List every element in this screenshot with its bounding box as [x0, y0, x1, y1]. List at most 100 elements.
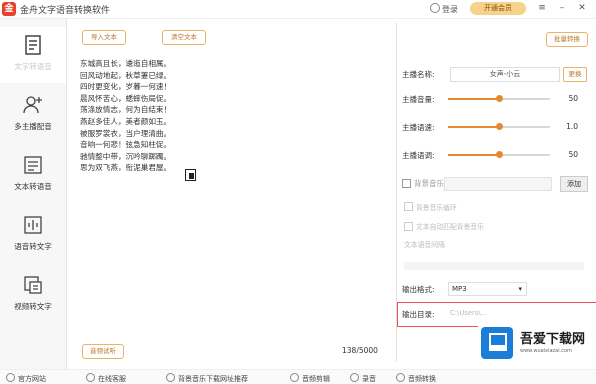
clear-text-button[interactable]: 清空文本	[162, 30, 206, 45]
anchor-name-label: 主播名称:	[402, 70, 435, 79]
text-line: 回风动地起，秋草萋已绿。	[80, 70, 172, 80]
batch-convert-button[interactable]: 批量转换	[546, 32, 588, 47]
footer-audio-convert[interactable]: 音频转换	[396, 373, 436, 384]
music-icon	[166, 373, 175, 382]
pitch-value: 50	[568, 150, 578, 159]
app-title: 金舟文字语音转换软件	[20, 6, 111, 16]
scissors-icon	[290, 373, 299, 382]
home-icon	[6, 373, 15, 382]
bg-music-label: 背景音乐:	[414, 179, 447, 188]
pitch-slider[interactable]	[448, 151, 550, 158]
text-line: 晨风怀苦心，蟋蟀伤局促。	[80, 93, 172, 103]
speed-slider[interactable]	[448, 123, 550, 130]
auto-adjust-checkbox[interactable]	[404, 222, 413, 231]
sidebar-item-label: 文字转语音	[14, 62, 52, 71]
interval-note	[404, 262, 584, 270]
add-bg-music-button[interactable]: 添加	[560, 176, 588, 192]
volume-value: 50	[568, 94, 578, 103]
document-icon	[24, 156, 42, 174]
chevron-down-icon: ▾	[518, 285, 522, 293]
login-button[interactable]: 登录	[430, 3, 458, 15]
text-line: 东城高且长，逶迤自相属。	[80, 59, 172, 68]
login-label: 登录	[442, 5, 458, 14]
preview-audio-button[interactable]: 音频试听	[82, 344, 124, 359]
sidebar-item-text-to-speech[interactable]: 文字转语音	[0, 27, 66, 83]
text-line: 燕赵多佳人，美者颜如玉。	[80, 116, 172, 126]
text-line: 音响一何悲！弦急知柱促。	[80, 140, 172, 150]
settings-panel: 批量转换 主播名称: 女声-小云 更换 主播音量: 50 主播语速: 1.0 主…	[397, 22, 596, 362]
speech-to-text-icon	[24, 216, 42, 234]
output-format-value: MP3	[452, 285, 467, 293]
sidebar-item-label: 语音转文字	[14, 242, 52, 251]
volume-slider-knob[interactable]	[496, 95, 503, 102]
watermark-url: www.wuaixiazai.com	[520, 348, 572, 354]
pitch-slider-knob[interactable]	[496, 151, 503, 158]
sidebar-item-label: 多主播配音	[14, 122, 52, 131]
sidebar-item-multi-anchor[interactable]: 多主播配音	[0, 87, 66, 143]
bg-music-field[interactable]	[444, 177, 552, 191]
sidebar-item-video-to-text[interactable]: 视频转文字	[0, 267, 66, 323]
change-anchor-button[interactable]: 更换	[563, 67, 587, 82]
title-bar: 金 金舟文字语音转换软件 登录 开通会员 ≡ – ✕	[0, 0, 596, 19]
import-text-button[interactable]: 导入文本	[82, 30, 126, 45]
output-format-select[interactable]: MP3 ▾	[448, 282, 527, 296]
footer-label: 在线客服	[98, 375, 126, 383]
watermark-title: 吾爱下载网	[520, 332, 586, 347]
auto-adjust-label: 文本自动匹配背景音乐	[416, 223, 484, 231]
sidebar-item-speech-to-text[interactable]: 语音转文字	[0, 207, 66, 263]
app-logo: 金	[2, 2, 16, 16]
chat-icon	[86, 373, 95, 382]
text-doc-icon	[25, 35, 41, 55]
watermark-logo	[481, 327, 513, 359]
output-dir-label: 输出目录:	[402, 310, 435, 319]
minimize-icon[interactable]: –	[556, 2, 568, 15]
bg-music-checkbox[interactable]	[402, 179, 411, 188]
video-to-text-icon	[24, 276, 42, 294]
mic-icon	[350, 373, 359, 382]
vip-button[interactable]: 开通会员	[470, 2, 526, 15]
text-line: 四时更变化，岁暮一何速！	[80, 82, 172, 92]
close-icon[interactable]: ✕	[576, 2, 588, 15]
pitch-slider-fill	[448, 154, 499, 156]
speed-slider-fill	[448, 126, 499, 128]
copy-icon	[185, 169, 196, 181]
text-line: 荡涤放情志，何为自结束！	[80, 105, 172, 115]
text-line: 被服罗裳衣，当户理清曲。	[80, 128, 172, 138]
output-dir-field[interactable]: C:\Users\...	[450, 309, 487, 317]
footer-bar: 官方网站 在线客服 背景音乐下载网址推荐 音频剪辑 录音 音频转换	[0, 369, 596, 384]
volume-slider-fill	[448, 98, 499, 100]
editor-area: 导入文本 清空文本 东城高且长，逶迤自相属。 回风动地起，秋草萋已绿。 四时更变…	[72, 22, 394, 362]
poem-text: 东城高且长，逶迤自相属。 回风动地起，秋草萋已绿。 四时更变化，岁暮一何速！ 晨…	[80, 58, 212, 174]
convert-icon	[396, 373, 405, 382]
output-format-label: 输出格式:	[402, 285, 435, 294]
sidebar: 文字转语音 多主播配音 文本转语音 语音转文字 视频转文字	[0, 19, 67, 369]
footer-label: 音频转换	[408, 375, 436, 383]
volume-label: 主播音量:	[402, 95, 435, 104]
footer-record[interactable]: 录音	[350, 373, 376, 384]
add-user-icon	[23, 96, 42, 114]
speed-slider-knob[interactable]	[496, 123, 503, 130]
sidebar-item-label: 文本转语音	[14, 182, 52, 191]
watermark: 吾爱下载网 www.wuaixiazai.com	[478, 323, 596, 365]
speed-label: 主播语速:	[402, 123, 435, 132]
sidebar-item-text-convert[interactable]: 文本转语音	[0, 147, 66, 203]
anchor-name-field[interactable]: 女声-小云	[450, 67, 560, 82]
sidebar-item-label: 视频转文字	[14, 302, 52, 311]
footer-label: 录音	[362, 375, 376, 383]
footer-label: 官方网站	[18, 375, 46, 383]
pitch-label: 主播语调:	[402, 151, 435, 160]
volume-slider[interactable]	[448, 95, 550, 102]
interval-label: 文本语音间隔	[404, 241, 445, 249]
char-counter: 138/5000	[342, 346, 378, 355]
speed-value: 1.0	[566, 122, 578, 131]
footer-customer-service[interactable]: 在线客服	[86, 373, 126, 384]
loop-bg-checkbox[interactable]	[404, 202, 413, 211]
text-line: 驰情整中带，沉吟聊踯躅。	[80, 151, 172, 161]
footer-official-site[interactable]: 官方网站	[6, 373, 46, 384]
footer-label: 音频剪辑	[302, 375, 330, 383]
menu-icon[interactable]: ≡	[536, 2, 548, 15]
loop-bg-label: 背景音乐循环	[416, 204, 457, 212]
user-icon	[430, 3, 440, 13]
footer-bg-music-download[interactable]: 背景音乐下载网址推荐	[166, 373, 248, 384]
footer-audio-edit[interactable]: 音频剪辑	[290, 373, 330, 384]
